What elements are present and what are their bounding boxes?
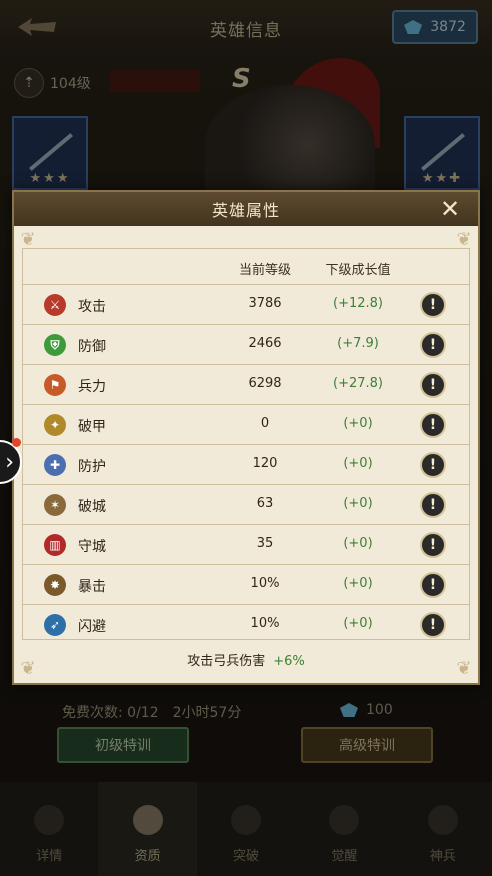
info-icon[interactable]: !	[420, 332, 446, 358]
attribute-name: 防护	[78, 459, 106, 475]
attribute-name: 守城	[78, 539, 106, 555]
pierce-icon: ✦	[44, 414, 66, 436]
table-row: ⚔ 攻击 3786 (+12.8)!	[23, 285, 469, 325]
table-row: ✶ 破城 63 (+0)!	[23, 485, 469, 525]
bonus-value: +6%	[273, 654, 305, 669]
attribute-next-growth: (+0)	[343, 496, 373, 511]
crit-icon: ✸	[44, 574, 66, 596]
attribute-name: 破甲	[78, 419, 106, 435]
info-icon[interactable]: !	[420, 572, 446, 598]
shield-icon: ⛨	[44, 334, 66, 356]
dodge-icon: ➶	[44, 614, 66, 636]
info-icon[interactable]: !	[420, 452, 446, 478]
attribute-name: 破城	[78, 499, 106, 515]
table-row: ✚ 防护 120 (+0)!	[23, 445, 469, 485]
attribute-current-value: 2466	[248, 336, 282, 351]
attribute-next-growth: (+7.9)	[337, 336, 379, 351]
notification-dot	[12, 438, 21, 447]
attribute-current-value: 63	[256, 496, 274, 511]
attribute-next-growth: (+27.8)	[333, 376, 383, 391]
info-icon[interactable]: !	[420, 292, 446, 318]
attribute-next-growth: (+12.8)	[333, 296, 383, 311]
guard-icon: ✚	[44, 454, 66, 476]
info-icon[interactable]: !	[420, 532, 446, 558]
attribute-name: 兵力	[78, 379, 106, 395]
attribute-current-value: 10%	[250, 576, 280, 591]
table-row: ⛨ 防御 2466 (+7.9)!	[23, 325, 469, 365]
table-row: ⚑ 兵力 6298 (+27.8)!	[23, 365, 469, 405]
attribute-next-growth: (+0)	[343, 576, 373, 591]
attribute-current-value: 10%	[250, 616, 280, 631]
archer-damage-bonus: 攻击弓兵伤害 +6%	[14, 650, 478, 669]
col-current-level: 当前等级	[238, 263, 291, 278]
info-icon[interactable]: !	[420, 612, 446, 638]
dialog-header: 英雄属性 ✕	[14, 192, 478, 226]
attribute-current-value: 0	[260, 416, 270, 431]
attribute-current-value: 3786	[248, 296, 282, 311]
info-icon[interactable]: !	[420, 372, 446, 398]
table-row: ➶ 闪避 10% (+0)!	[23, 605, 469, 645]
attribute-next-growth: (+0)	[343, 536, 373, 551]
sword-icon: ⚔	[44, 294, 66, 316]
attribute-current-value: 120	[252, 456, 278, 471]
close-icon[interactable]: ✕	[436, 195, 464, 223]
dialog-title: 英雄属性	[211, 201, 280, 220]
attribute-name: 攻击	[78, 299, 106, 315]
attribute-current-value: 35	[256, 536, 274, 551]
table-row: ✦ 破甲 0 (+0)!	[23, 405, 469, 445]
attribute-next-growth: (+0)	[343, 456, 373, 471]
table-header: 当前等级 下级成长值	[23, 249, 469, 285]
attribute-next-growth: (+0)	[343, 616, 373, 631]
table-row: ✸ 暴击 10% (+0)!	[23, 565, 469, 605]
tower-icon: ▥	[44, 534, 66, 556]
ram-icon: ✶	[44, 494, 66, 516]
info-icon[interactable]: !	[420, 492, 446, 518]
attribute-next-growth: (+0)	[343, 416, 373, 431]
bonus-label: 攻击弓兵伤害	[187, 654, 266, 669]
chevron-right-icon: ›	[5, 449, 14, 475]
col-next-growth: 下级成长值	[325, 263, 391, 278]
table-row: ▥ 守城 35 (+0)!	[23, 525, 469, 565]
info-icon[interactable]: !	[420, 412, 446, 438]
attribute-name: 防御	[78, 339, 106, 355]
attribute-current-value: 6298	[248, 376, 282, 391]
attribute-name: 闪避	[78, 619, 106, 635]
hero-attributes-dialog: 英雄属性 ✕ ❦ ❦ ❦ ❦ 当前等级 下级成长值 ⚔ 攻击 3786 (+12.8)…	[12, 190, 480, 685]
flag-icon: ⚑	[44, 374, 66, 396]
attribute-name: 暴击	[78, 579, 106, 595]
attributes-table: 当前等级 下级成长值 ⚔ 攻击 3786 (+12.8)! ⛨ 防御 2466 (+7.9)!…	[22, 248, 470, 640]
